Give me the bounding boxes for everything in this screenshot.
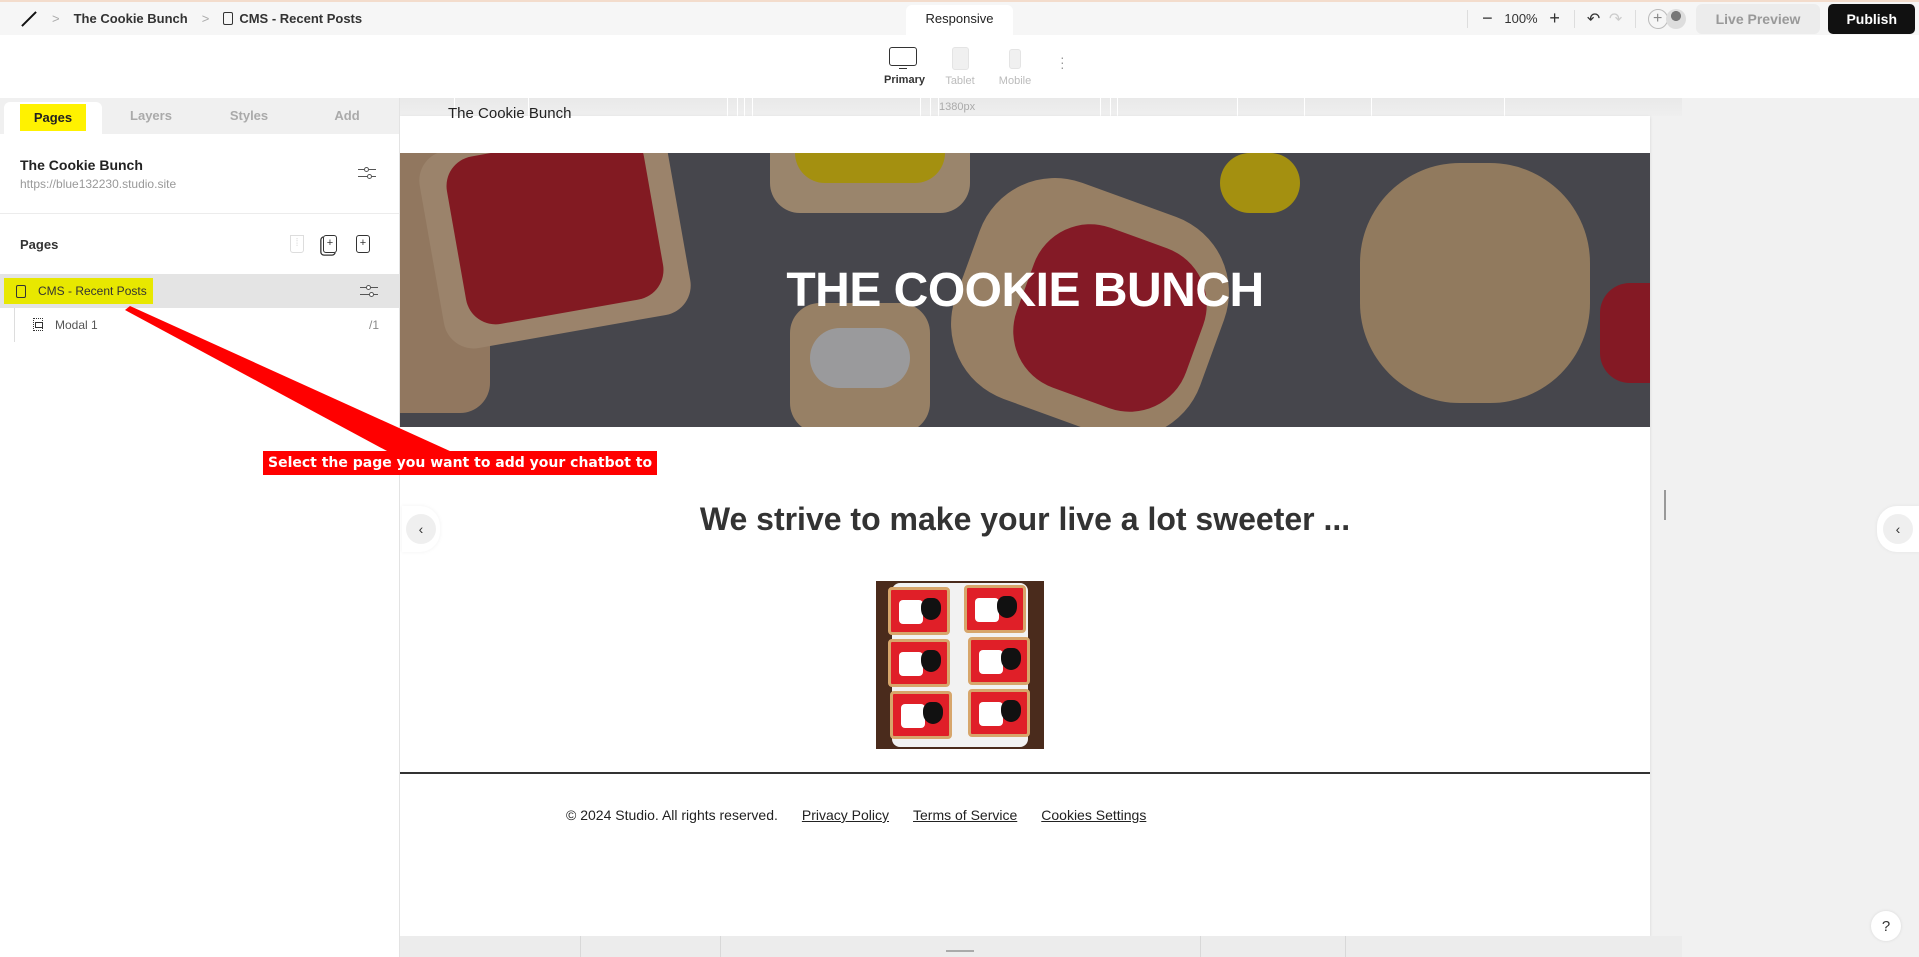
zoom-level[interactable]: 100% <box>1504 11 1537 26</box>
site-name: The Cookie Bunch <box>20 157 143 173</box>
panel-tabs: Pages Layers Styles Add <box>0 98 399 134</box>
breadcrumb-page[interactable]: CMS - Recent Posts <box>223 11 362 26</box>
top-bar: > The Cookie Bunch > CMS - Recent Posts … <box>0 0 1919 35</box>
page-icon <box>223 12 234 25</box>
tablet-icon <box>951 47 969 70</box>
footer: © 2024 Studio. All rights reserved. Priv… <box>566 807 1146 823</box>
device-label: Mobile <box>998 75 1032 87</box>
breakpoint-ruler <box>400 98 1682 116</box>
page-item-modal-1[interactable]: Modal 1 /1 <box>14 308 399 342</box>
page-item-label: CMS - Recent Posts <box>38 284 147 298</box>
divider <box>1634 9 1636 28</box>
device-primary[interactable]: Primary <box>884 47 925 86</box>
desktop-icon <box>889 47 917 69</box>
expand-right-panel-button[interactable]: ‹ <box>1877 506 1919 552</box>
tagline-heading[interactable]: We strive to make your live a lot sweete… <box>400 501 1650 538</box>
device-tablet[interactable]: Tablet <box>942 47 978 87</box>
terms-of-service-link[interactable]: Terms of Service <box>913 807 1017 823</box>
page-preview[interactable]: The Cookie Bunch THE COOKIE BUNCH We str… <box>400 105 1650 936</box>
chevron-left-icon: ‹ <box>1883 514 1913 544</box>
duplicate-page-icon[interactable]: + <box>323 235 337 253</box>
chevron-left-icon: ‹ <box>406 514 436 544</box>
hero-title[interactable]: THE COOKIE BUNCH <box>400 153 1650 427</box>
device-bar: Primary Tablet Mobile · · · <box>0 35 1919 98</box>
page-icon <box>16 284 26 298</box>
tab-layers[interactable]: Layers <box>102 98 200 134</box>
chevron-right-icon: > <box>201 11 210 26</box>
bottom-ruler <box>400 936 1682 957</box>
copyright-text: © 2024 Studio. All rights reserved. <box>566 807 778 823</box>
breadcrumb-page-label: CMS - Recent Posts <box>239 11 363 26</box>
height-resize-handle[interactable] <box>946 950 974 952</box>
tab-responsive[interactable]: Responsive <box>906 5 1013 35</box>
page-item-cms-recent-posts[interactable]: CMS - Recent Posts <box>0 274 399 308</box>
delete-page-icon[interactable]: ⁞ <box>290 235 304 253</box>
privacy-policy-link[interactable]: Privacy Policy <box>802 807 889 823</box>
undo-icon[interactable]: ↶ <box>1583 8 1605 30</box>
divider <box>1467 9 1469 28</box>
page-path: /1 <box>368 318 379 332</box>
breadcrumb-site[interactable]: The Cookie Bunch <box>74 11 188 26</box>
user-avatar[interactable] <box>1665 8 1686 29</box>
tab-label: Pages <box>19 104 87 131</box>
studio-logo-icon[interactable] <box>20 10 38 28</box>
help-button[interactable]: ? <box>1871 911 1901 941</box>
pages-title: Pages <box>20 237 59 252</box>
invite-collaborator-icon[interactable]: + <box>1647 8 1668 29</box>
chevron-right-icon: > <box>52 11 60 26</box>
add-page-icon[interactable]: + <box>356 235 370 253</box>
page-settings-icon[interactable] <box>360 284 378 298</box>
tab-add[interactable]: Add <box>298 98 396 134</box>
tab-pages[interactable]: Pages <box>4 102 102 134</box>
zoom-out-icon[interactable]: − <box>1476 8 1498 30</box>
mobile-icon <box>1009 49 1021 69</box>
site-settings-icon[interactable] <box>358 166 376 180</box>
collapse-left-panel-button[interactable]: ‹ <box>402 506 440 552</box>
tab-styles[interactable]: Styles <box>200 98 298 134</box>
zoom-in-icon[interactable]: + <box>1544 8 1566 30</box>
canvas-width-label: 1380px <box>939 101 976 113</box>
page-item-highlight: CMS - Recent Posts <box>4 278 153 304</box>
device-label: Tablet <box>945 75 975 87</box>
redo-icon[interactable]: ↷ <box>1605 8 1627 30</box>
footer-divider <box>400 772 1650 774</box>
site-url[interactable]: https://blue132230.studio.site <box>20 177 176 191</box>
cookies-image[interactable] <box>876 581 1044 749</box>
live-preview-button[interactable]: Live Preview <box>1695 3 1821 34</box>
publish-button[interactable]: Publish <box>1828 3 1915 34</box>
left-panel: Pages Layers Styles Add The Cookie Bunch… <box>0 98 400 957</box>
modal-icon <box>33 318 43 331</box>
device-label: Primary <box>884 74 925 86</box>
device-mobile[interactable]: Mobile <box>996 47 1034 87</box>
hero-section[interactable]: THE COOKIE BUNCH <box>400 153 1650 427</box>
cookies-settings-link[interactable]: Cookies Settings <box>1041 807 1146 823</box>
page-item-label: Modal 1 <box>55 318 98 332</box>
site-info: The Cookie Bunch https://blue132230.stud… <box>0 134 399 214</box>
resize-handle[interactable] <box>1664 490 1666 520</box>
pages-header: Pages ⁞ + + <box>0 214 399 274</box>
site-header-title[interactable]: The Cookie Bunch <box>448 105 571 122</box>
more-options-icon[interactable]: · · · <box>1060 50 1065 74</box>
annotation-label: Select the page you want to add your cha… <box>263 451 658 475</box>
divider <box>1573 9 1575 28</box>
